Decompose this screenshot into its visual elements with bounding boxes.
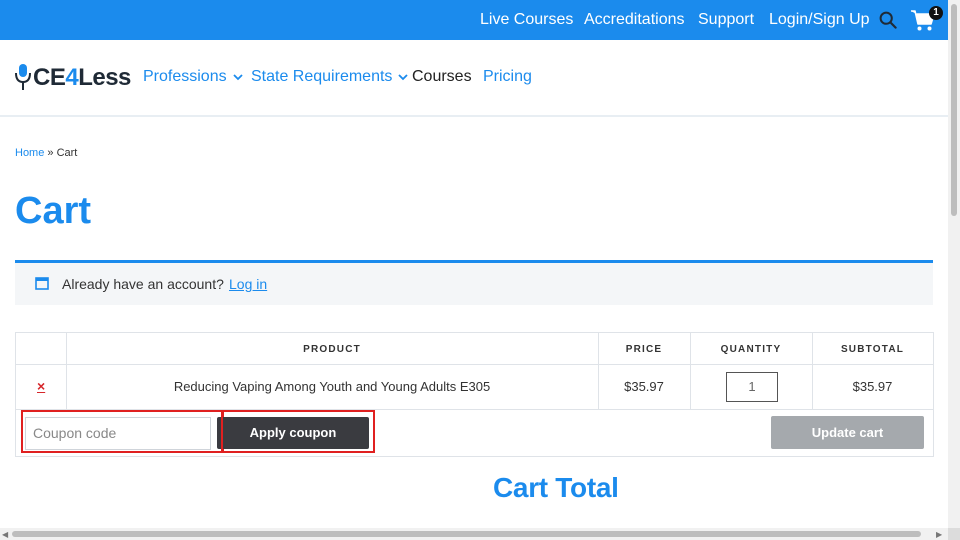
- topnav-live-courses[interactable]: Live Courses: [480, 11, 573, 29]
- apply-coupon-highlight: [221, 410, 375, 453]
- nav-courses-label: Courses: [412, 68, 472, 85]
- cart-count-badge: 1: [929, 6, 943, 20]
- cart-table: PRODUCT PRICE QUANTITY SUBTOTAL × Reduci…: [15, 332, 934, 457]
- ce4less-logo[interactable]: CE4Less: [14, 61, 131, 95]
- nav-state-requirements-label: State Requirements: [251, 68, 393, 85]
- quantity-input[interactable]: 1: [726, 372, 778, 402]
- vertical-scrollbar[interactable]: [948, 0, 960, 528]
- col-header-subtotal: SUBTOTAL: [840, 344, 905, 355]
- scroll-left-icon[interactable]: ◀: [2, 530, 8, 539]
- breadcrumb-separator: »: [44, 147, 57, 159]
- nav-professions[interactable]: Professions: [143, 68, 243, 86]
- topnav-accreditations[interactable]: Accreditations: [584, 11, 685, 29]
- login-notice: Already have an account? Log in: [15, 260, 933, 305]
- chevron-down-icon: [232, 73, 243, 80]
- remove-item-button[interactable]: ×: [37, 378, 45, 394]
- scrollbar-corner: [948, 528, 960, 540]
- product-name[interactable]: Reducing Vaping Among Youth and Young Ad…: [66, 379, 598, 394]
- col-header-price: PRICE: [625, 344, 663, 355]
- table-divider: [16, 364, 933, 365]
- nav-professions-label: Professions: [143, 68, 227, 85]
- nav-pricing-label: Pricing: [483, 68, 532, 85]
- product-price: $35.97: [624, 379, 664, 394]
- scroll-right-icon[interactable]: ▶: [936, 530, 942, 539]
- window-icon: [35, 277, 49, 290]
- vertical-scrollbar-thumb[interactable]: [951, 4, 957, 216]
- microphone-icon: [15, 64, 31, 90]
- nav-courses[interactable]: Courses: [412, 68, 472, 86]
- col-header-product: PRODUCT: [303, 344, 361, 355]
- nav-pricing[interactable]: Pricing: [483, 68, 532, 86]
- notice-text: Already have an account?: [62, 276, 224, 292]
- logo-text: CE4Less: [33, 64, 131, 92]
- breadcrumb-home[interactable]: Home: [15, 147, 44, 159]
- main-header: CE4Less Professions State Requirements C…: [0, 40, 948, 117]
- logo-text-less: Less: [78, 64, 131, 91]
- update-cart-button[interactable]: Update cart: [771, 416, 924, 449]
- horizontal-scrollbar[interactable]: ◀ ▶: [0, 528, 948, 540]
- horizontal-scrollbar-thumb[interactable]: [12, 531, 921, 537]
- nav-state-requirements[interactable]: State Requirements: [251, 68, 409, 86]
- breadcrumb-current: Cart: [56, 147, 78, 159]
- coupon-input-highlight: [21, 410, 224, 453]
- cart-total-heading: Cart Total: [493, 472, 619, 503]
- col-header-quantity: QUANTITY: [720, 344, 782, 355]
- search-icon[interactable]: [879, 11, 897, 29]
- login-link[interactable]: Log in: [229, 276, 267, 292]
- breadcrumb: Home » Cart: [15, 147, 77, 159]
- logo-text-ce: CE: [33, 64, 66, 91]
- chevron-down-icon: [398, 73, 409, 80]
- topnav-login-signup[interactable]: Login/Sign Up: [769, 11, 870, 29]
- product-subtotal: $35.97: [852, 379, 893, 394]
- page-title: Cart: [15, 190, 92, 232]
- logo-text-four: 4: [65, 64, 79, 91]
- top-bar: Live Courses Accreditations Support Logi…: [0, 0, 948, 40]
- topnav-support[interactable]: Support: [698, 11, 754, 29]
